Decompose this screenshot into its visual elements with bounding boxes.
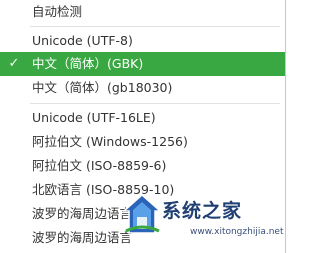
menu-item-utf8[interactable]: Unicode (UTF-8) xyxy=(0,29,285,53)
menu-item-label: 中文（简体）(GBK) xyxy=(32,56,144,71)
menu-item-label: 中文（简体）(gb18030) xyxy=(32,80,173,95)
menu-item-iso-8859-6[interactable]: 阿拉伯文 (ISO-8859-6) xyxy=(0,154,285,178)
menu-item-label: 阿拉伯文 (ISO-8859-6) xyxy=(32,158,167,173)
menu-item-utf16le[interactable]: Unicode (UTF-16LE) xyxy=(0,106,285,130)
menu-item-label: 自动检测 xyxy=(32,4,83,19)
menu-item-baltic-2[interactable]: 波罗的海周边语言 xyxy=(0,226,285,250)
menu-item-label: 北欧语言 (ISO-8859-10) xyxy=(32,182,175,197)
menu-item-label: 波罗的海周边语言 xyxy=(32,230,133,245)
menu-item-label: 阿拉伯文 (Windows-1256) xyxy=(32,134,188,149)
menu-item-auto-detect[interactable]: 自动检测 xyxy=(0,0,285,24)
menu-item-label: 波罗的海周边语言 xyxy=(32,206,133,221)
menu-separator xyxy=(30,103,280,104)
menu-item-label: Unicode (UTF-8) xyxy=(32,33,133,48)
menu-item-baltic-1[interactable]: 波罗的海周边语言 xyxy=(0,202,285,226)
menu-item-gbk[interactable]: ✓ 中文（简体）(GBK) xyxy=(0,52,285,76)
encoding-menu: 自动检测 Unicode (UTF-8) ✓ 中文（简体）(GBK) 中文（简体… xyxy=(0,0,286,253)
menu-item-windows-1256[interactable]: 阿拉伯文 (Windows-1256) xyxy=(0,130,285,154)
checkmark-icon: ✓ xyxy=(8,56,20,71)
menu-item-gb18030[interactable]: 中文（简体）(gb18030) xyxy=(0,76,285,100)
menu-separator xyxy=(30,26,280,27)
menu-item-iso-8859-10[interactable]: 北欧语言 (ISO-8859-10) xyxy=(0,178,285,202)
menu-item-label: Unicode (UTF-16LE) xyxy=(32,110,156,125)
